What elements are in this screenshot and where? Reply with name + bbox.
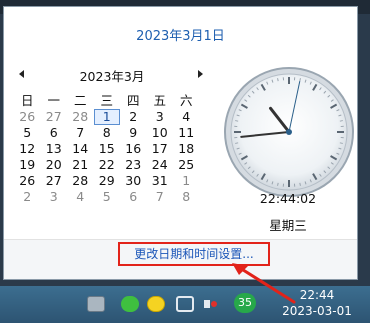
keyboard-icon[interactable] — [87, 296, 105, 312]
clock-tick — [235, 142, 239, 144]
desktop-background-right — [358, 14, 370, 286]
calendar-nav: 2023年3月 — [14, 65, 214, 85]
calendar-day[interactable]: 25 — [173, 157, 200, 173]
calendar-day[interactable]: 30 — [120, 173, 147, 189]
calendar-day[interactable]: 17 — [147, 141, 174, 157]
calendar-day[interactable]: 5 — [14, 125, 41, 141]
calendar-day[interactable]: 22 — [94, 157, 121, 173]
calendar-day[interactable]: 3 — [41, 189, 68, 205]
calendar-day[interactable]: 5 — [94, 189, 121, 205]
app-tray-icon[interactable] — [147, 296, 165, 312]
annotation-arrow-icon — [232, 263, 296, 304]
clock-tick — [299, 78, 301, 82]
clock-tick — [277, 182, 279, 186]
calendar-day[interactable]: 28 — [67, 109, 94, 125]
calendar-day[interactable]: 4 — [173, 109, 200, 125]
wechat-icon[interactable] — [121, 296, 139, 312]
calendar-day[interactable]: 10 — [147, 125, 174, 141]
calendar-day[interactable]: 16 — [120, 141, 147, 157]
weekday-header: 四 — [126, 93, 140, 108]
calendar-day[interactable]: 8 — [94, 125, 121, 141]
calendar-day[interactable]: 27 — [41, 109, 68, 125]
calendar-day[interactable]: 9 — [120, 125, 147, 141]
calendar-day[interactable]: 7 — [67, 125, 94, 141]
calendar-day[interactable]: 2 — [14, 189, 41, 205]
calendar-day[interactable]: 13 — [41, 141, 68, 157]
calendar-day[interactable]: 28 — [67, 173, 94, 189]
calendar-day[interactable]: 19 — [14, 157, 41, 173]
calendar-day[interactable]: 1 — [173, 173, 200, 189]
calendar-day[interactable]: 11 — [173, 125, 200, 141]
clock-digital-time: 22:44:02 — [259, 191, 317, 206]
calendar-grid: 日 一 二 三 四 五 六 26 27 28 1 2 3 4 5 6 7 8 9… — [14, 93, 214, 205]
calendar-day[interactable]: 26 — [14, 109, 41, 125]
network-icon[interactable] — [176, 296, 194, 312]
clock-tick — [299, 182, 301, 186]
clock-tick — [235, 120, 239, 122]
header-date-link[interactable]: 2023年3月1日 — [4, 25, 357, 44]
calendar-day[interactable]: 4 — [67, 189, 94, 205]
weekday-header: 三 — [100, 93, 113, 108]
month-title[interactable]: 2023年3月 — [52, 66, 172, 85]
calendar-day[interactable]: 6 — [120, 189, 147, 205]
clock-tick — [339, 142, 343, 144]
calendar-day[interactable]: 31 — [147, 173, 174, 189]
prev-month-arrow-icon[interactable] — [18, 68, 28, 80]
weekday-header: 五 — [153, 93, 166, 108]
weekday-header: 日 — [20, 93, 34, 108]
calendar-day[interactable]: 24 — [147, 157, 174, 173]
calendar-day[interactable]: 27 — [41, 173, 68, 189]
clock-tick — [277, 78, 279, 82]
calendar-day[interactable]: 8 — [173, 189, 200, 205]
date-time-popup: 2023年3月1日 2023年3月 日 一 二 三 四 五 六 26 27 28… — [3, 6, 358, 280]
calendar-day[interactable]: 3 — [147, 109, 174, 125]
clock-center — [286, 129, 292, 135]
calendar-day[interactable]: 23 — [120, 157, 147, 173]
calendar-day[interactable]: 6 — [41, 125, 68, 141]
calendar: 2023年3月 日 一 二 三 四 五 六 26 27 28 1 2 3 4 5… — [14, 65, 214, 205]
calendar-day[interactable]: 29 — [94, 173, 121, 189]
volume-muted-icon[interactable] — [202, 296, 220, 312]
calendar-day-selected[interactable]: 1 — [93, 109, 120, 125]
calendar-day[interactable]: 14 — [67, 141, 94, 157]
calendar-day[interactable]: 21 — [67, 157, 94, 173]
calendar-day[interactable]: 20 — [41, 157, 68, 173]
analog-clock — [224, 67, 354, 197]
calendar-day[interactable]: 7 — [147, 189, 174, 205]
clock-weekday: 星期三 — [269, 218, 307, 233]
weekday-header: 一 — [47, 93, 60, 108]
calendar-day[interactable]: 12 — [14, 141, 41, 157]
clock-tick — [339, 120, 343, 122]
weekday-header: 六 — [179, 93, 193, 108]
calendar-day[interactable]: 2 — [120, 109, 147, 125]
weekday-header: 二 — [73, 93, 87, 108]
next-month-arrow-icon[interactable] — [196, 68, 206, 80]
calendar-day[interactable]: 15 — [94, 141, 121, 157]
calendar-day[interactable]: 18 — [173, 141, 200, 157]
calendar-day[interactable]: 26 — [14, 173, 41, 189]
